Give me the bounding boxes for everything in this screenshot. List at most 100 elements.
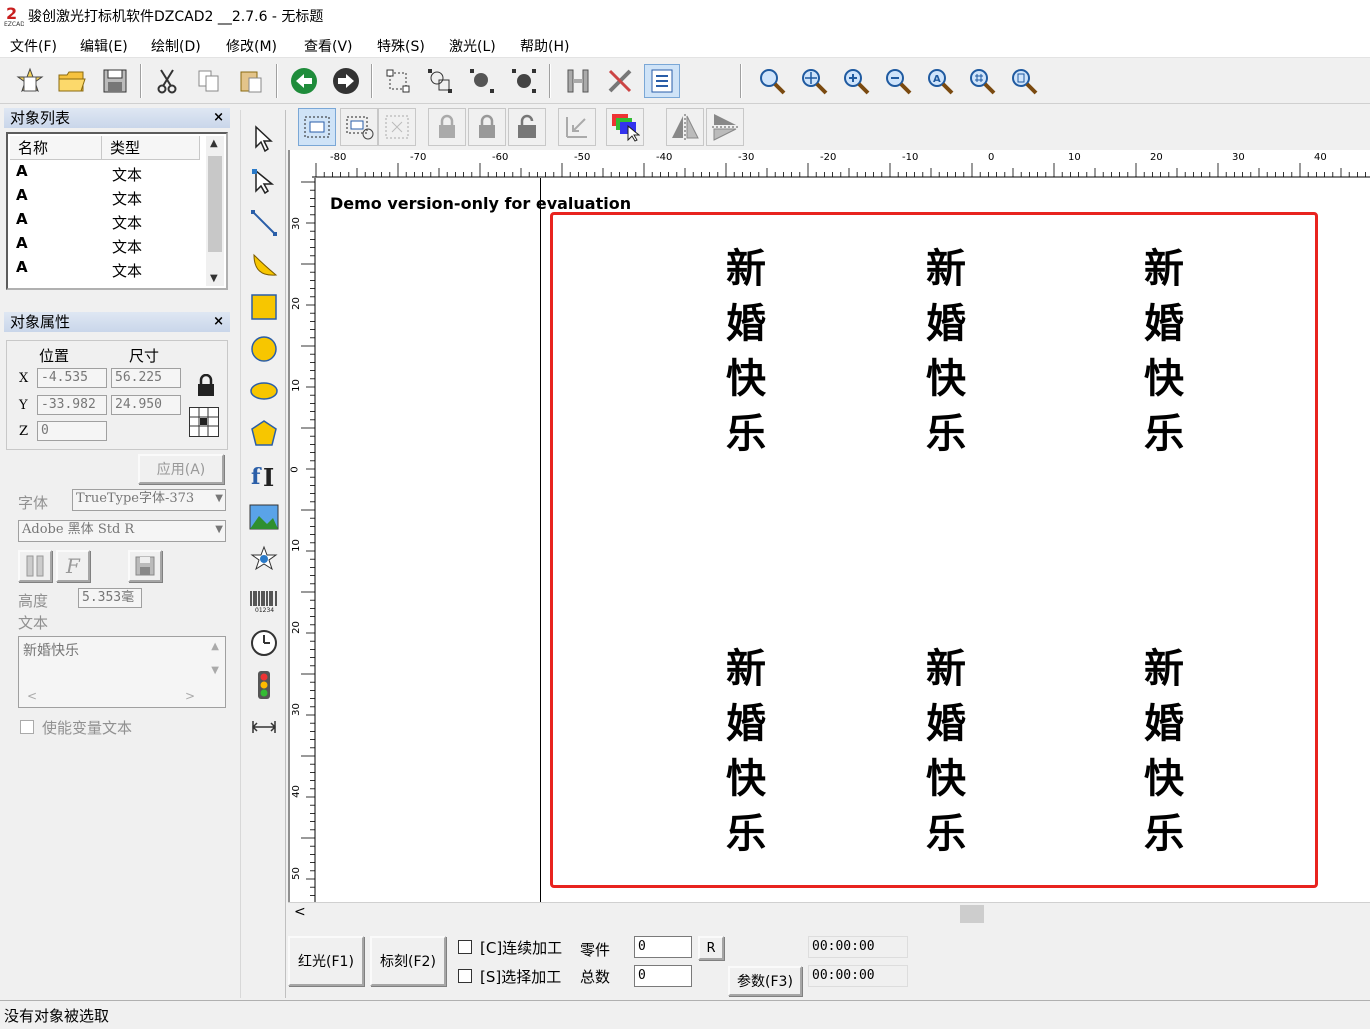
- group-icon[interactable]: [422, 64, 458, 98]
- zoom-icon[interactable]: [754, 64, 790, 98]
- canvas-horizontal-scrollbar[interactable]: <: [288, 902, 1370, 924]
- mark-button[interactable]: 标刻(F2): [370, 936, 446, 986]
- text-object[interactable]: 新 婚 快 乐: [716, 642, 776, 862]
- text-height-field[interactable]: 5.353毫: [78, 588, 142, 608]
- cut-icon[interactable]: [149, 64, 185, 98]
- chevron-left-icon[interactable]: <: [294, 904, 306, 920]
- zoom-out-icon[interactable]: [880, 64, 916, 98]
- total-field[interactable]: 0: [634, 965, 692, 987]
- menu-file[interactable]: 文件(F): [10, 36, 57, 56]
- lock-object-icon[interactable]: [428, 108, 466, 146]
- chevron-up-icon[interactable]: ▲: [211, 641, 219, 652]
- chevron-left-icon[interactable]: <: [27, 689, 37, 703]
- apply-button[interactable]: 应用(A): [138, 454, 224, 484]
- undo-arrow-icon[interactable]: [286, 64, 322, 98]
- image-tool-icon[interactable]: [247, 500, 281, 534]
- chevron-right-icon[interactable]: >: [185, 689, 195, 703]
- reset-button[interactable]: R: [698, 936, 724, 960]
- menu-laser[interactable]: 激光(L): [449, 36, 496, 56]
- zoom-all-icon[interactable]: A: [922, 64, 958, 98]
- menu-modify[interactable]: 修改(M): [226, 36, 277, 56]
- copy-icon[interactable]: [191, 64, 227, 98]
- chevron-down-icon[interactable]: ▼: [215, 521, 223, 539]
- barcode-tool-icon[interactable]: 01234: [247, 584, 281, 618]
- ungroup-icon[interactable]: [464, 64, 500, 98]
- save-font-button[interactable]: [128, 550, 162, 582]
- combine-icon[interactable]: [506, 64, 542, 98]
- text-object[interactable]: 新 婚 快 乐: [916, 242, 976, 462]
- object-list[interactable]: 名称 类型 A 文本 A 文本 A 文本 A 文本 A 文本 ▲ ▼: [6, 132, 228, 290]
- menu-draw[interactable]: 绘制(D): [151, 36, 201, 56]
- column-name-header[interactable]: 名称: [10, 136, 102, 160]
- object-list-toggle-icon[interactable]: [644, 64, 680, 98]
- text-tool-icon[interactable]: fI: [247, 458, 281, 492]
- font-name-select[interactable]: Adobe 黑体 Std R ▼: [18, 520, 226, 542]
- select-rotate-icon[interactable]: [340, 108, 378, 146]
- layer-colors-icon[interactable]: [606, 108, 644, 146]
- line-tool-icon[interactable]: [247, 206, 281, 240]
- z-position-field[interactable]: 0: [37, 421, 107, 441]
- vector-file-icon[interactable]: [247, 542, 281, 576]
- red-light-button[interactable]: 红光(F1): [288, 936, 364, 986]
- menu-special[interactable]: 特殊(S): [377, 36, 425, 56]
- text-object[interactable]: 新 婚 快 乐: [916, 642, 976, 862]
- edit-node-icon[interactable]: [247, 164, 281, 198]
- text-object[interactable]: 新 婚 快 乐: [1134, 242, 1194, 462]
- text-object[interactable]: 新 婚 快 乐: [716, 242, 776, 462]
- snap-corner-icon[interactable]: [558, 108, 596, 146]
- parameters-button[interactable]: 参数(F3): [728, 966, 802, 996]
- scroll-thumb[interactable]: [208, 156, 222, 252]
- variable-text-checkbox[interactable]: [20, 720, 34, 734]
- select-arrow-icon[interactable]: [247, 122, 281, 156]
- unlock-all-icon[interactable]: [508, 108, 546, 146]
- drawing-canvas[interactable]: -80 -70 -60 -50 -40 -30 -20 -10 0 10 20 …: [288, 150, 1370, 902]
- hatch-icon[interactable]: [560, 64, 596, 98]
- mirror-horizontal-icon[interactable]: [666, 108, 704, 146]
- menu-help[interactable]: 帮助(H): [520, 36, 569, 56]
- list-scrollbar[interactable]: ▲ ▼: [206, 136, 224, 286]
- chevron-down-icon[interactable]: ▼: [211, 665, 219, 676]
- text-content-area[interactable]: 新婚快乐 ▲ ▼ < >: [18, 636, 226, 708]
- select-all-icon[interactable]: [378, 108, 416, 146]
- circle-tool-icon[interactable]: [247, 332, 281, 366]
- new-file-icon[interactable]: [12, 64, 48, 98]
- select-box-icon[interactable]: [298, 108, 336, 146]
- menu-edit[interactable]: 编辑(E): [80, 36, 128, 56]
- close-icon[interactable]: ×: [213, 108, 224, 128]
- tools-icon[interactable]: [602, 64, 638, 98]
- menu-view[interactable]: 查看(V): [304, 36, 353, 56]
- font-type-select[interactable]: TrueType字体-373 ▼: [72, 489, 226, 511]
- rectangle-tool-icon[interactable]: [247, 290, 281, 324]
- redo-arrow-icon[interactable]: [328, 64, 364, 98]
- paste-icon[interactable]: [233, 64, 269, 98]
- height-field[interactable]: 24.950: [111, 395, 181, 415]
- curve-tool-icon[interactable]: [247, 248, 281, 282]
- mirror-vertical-icon[interactable]: [706, 108, 744, 146]
- polygon-tool-icon[interactable]: [247, 416, 281, 450]
- extend-axis-icon[interactable]: [247, 710, 281, 744]
- parts-field[interactable]: 0: [634, 936, 692, 958]
- scroll-thumb[interactable]: [960, 905, 984, 923]
- zoom-pan-icon[interactable]: [796, 64, 832, 98]
- chevron-down-icon[interactable]: ▼: [215, 490, 223, 508]
- x-position-field[interactable]: -4.535: [37, 368, 107, 388]
- open-folder-icon[interactable]: [54, 64, 90, 98]
- selected-checkbox[interactable]: [458, 969, 472, 983]
- y-position-field[interactable]: -33.982: [37, 395, 107, 415]
- ellipse-tool-icon[interactable]: [247, 374, 281, 408]
- font-style-button[interactable]: F: [56, 550, 90, 582]
- text-object[interactable]: 新 婚 快 乐: [1134, 642, 1194, 862]
- continuous-checkbox[interactable]: [458, 940, 472, 954]
- chevron-down-icon[interactable]: ▼: [210, 273, 218, 284]
- text-layout-button[interactable]: [18, 550, 52, 582]
- node-edit-icon[interactable]: [380, 64, 416, 98]
- zoom-page-icon[interactable]: [1006, 64, 1042, 98]
- width-field[interactable]: 56.225: [111, 368, 181, 388]
- clock-timer-icon[interactable]: [247, 626, 281, 660]
- traffic-light-icon[interactable]: [247, 668, 281, 702]
- unlock-object-icon[interactable]: [468, 108, 506, 146]
- lock-icon[interactable]: [191, 371, 221, 401]
- anchor-grid-icon[interactable]: [189, 407, 219, 437]
- close-icon[interactable]: ×: [213, 312, 224, 332]
- column-type-header[interactable]: 类型: [102, 136, 200, 160]
